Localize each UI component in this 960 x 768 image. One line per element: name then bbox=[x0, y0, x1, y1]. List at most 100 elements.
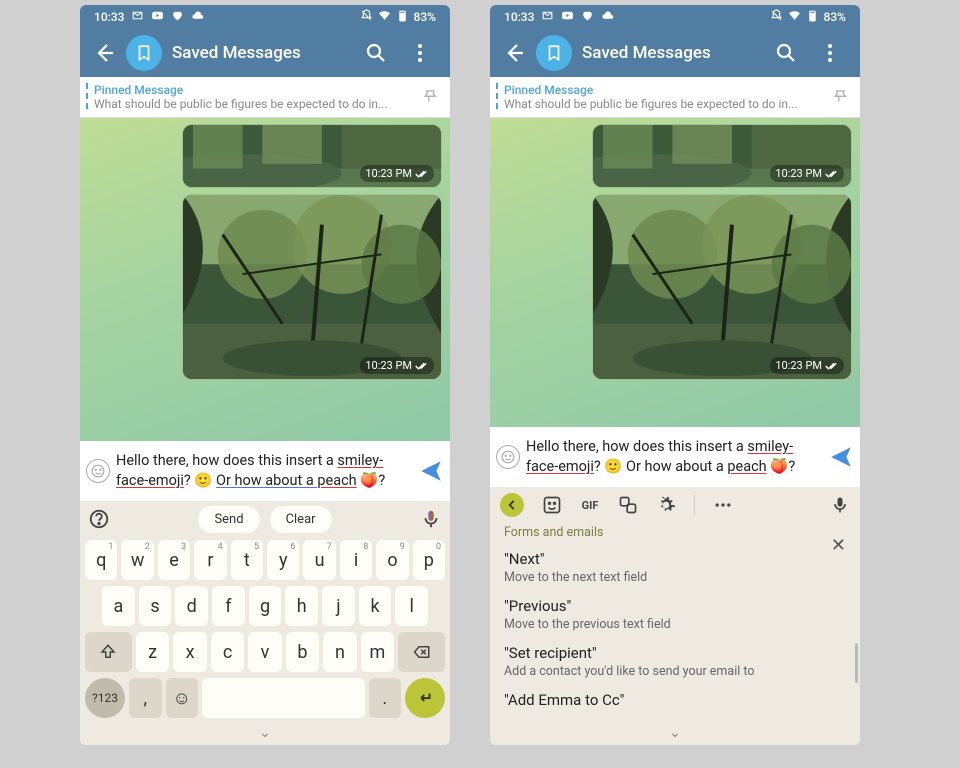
emoji-key[interactable]: ☺ bbox=[166, 678, 199, 718]
key-x[interactable]: x bbox=[173, 632, 206, 672]
comma-key[interactable]: , bbox=[129, 678, 162, 718]
key-f[interactable]: f bbox=[212, 586, 245, 626]
key-d[interactable]: d bbox=[175, 586, 208, 626]
avatar[interactable] bbox=[126, 35, 162, 71]
message-input[interactable]: Hello there, how does this insert a smil… bbox=[526, 437, 822, 476]
suggestion-clear[interactable]: Clear bbox=[270, 506, 332, 533]
key-row-3: zxcvbnm bbox=[80, 629, 450, 675]
key-t[interactable]: t5 bbox=[231, 540, 263, 580]
period-key[interactable]: . bbox=[369, 678, 402, 718]
close-icon[interactable]: ✕ bbox=[831, 535, 846, 556]
emoji-button[interactable] bbox=[496, 445, 520, 469]
message-time: 10:23 PM bbox=[360, 165, 434, 182]
key-i[interactable]: i8 bbox=[340, 540, 372, 580]
pinned-title: Pinned Message bbox=[94, 83, 422, 97]
voice-back-button[interactable] bbox=[500, 493, 524, 517]
mute-icon bbox=[770, 9, 783, 25]
message-input-row: Hello there, how does this insert a smil… bbox=[80, 441, 450, 501]
gear-icon[interactable] bbox=[656, 495, 676, 515]
avatar[interactable] bbox=[536, 35, 572, 71]
keyboard: Send Clear q1w2e3r4t5y6u7i8o9p0 asdfghjk… bbox=[80, 501, 450, 745]
voice-desc: Add a contact you'd like to send your em… bbox=[504, 664, 846, 679]
pinned-message[interactable]: Pinned Message What should be public be … bbox=[490, 77, 860, 118]
translate-icon[interactable] bbox=[618, 495, 638, 515]
message-photo[interactable]: 10:23 PM bbox=[182, 124, 442, 188]
key-row-2: asdfghjkl bbox=[80, 583, 450, 629]
more-icon[interactable] bbox=[818, 41, 842, 65]
backspace-key[interactable] bbox=[398, 632, 445, 672]
back-icon[interactable] bbox=[92, 41, 116, 65]
mic-icon[interactable] bbox=[420, 508, 442, 530]
enter-key[interactable] bbox=[405, 678, 445, 718]
key-z[interactable]: z bbox=[136, 632, 169, 672]
key-u[interactable]: u7 bbox=[303, 540, 335, 580]
status-time: 10:33 bbox=[94, 10, 124, 24]
key-a[interactable]: a bbox=[102, 586, 135, 626]
key-e[interactable]: e3 bbox=[158, 540, 190, 580]
key-g[interactable]: g bbox=[249, 586, 282, 626]
key-w[interactable]: w2 bbox=[121, 540, 153, 580]
pinned-message[interactable]: Pinned Message What should be public be … bbox=[80, 77, 450, 118]
key-o[interactable]: o9 bbox=[376, 540, 408, 580]
pin-icon[interactable] bbox=[422, 88, 440, 106]
suggestion-send[interactable]: Send bbox=[198, 506, 259, 533]
symbols-key[interactable]: ?123 bbox=[85, 678, 125, 718]
sticker-icon[interactable] bbox=[542, 495, 562, 515]
youtube-icon bbox=[561, 9, 574, 25]
space-key[interactable] bbox=[202, 678, 365, 718]
key-p[interactable]: p0 bbox=[413, 540, 445, 580]
message-photo[interactable]: 10:23 PM bbox=[182, 194, 442, 380]
key-h[interactable]: h bbox=[285, 586, 318, 626]
pinned-text: What should be public be figures be expe… bbox=[94, 97, 422, 111]
message-photo[interactable]: 10:23 PM bbox=[592, 194, 852, 380]
voice-command-item[interactable]: "Add Emma to Cc" bbox=[504, 691, 846, 709]
collapse-handle[interactable]: ⌄ bbox=[490, 721, 860, 741]
message-input[interactable]: Hello there, how does this insert a smil… bbox=[116, 451, 412, 490]
emoji-button[interactable] bbox=[86, 459, 110, 483]
key-b[interactable]: b bbox=[286, 632, 319, 672]
voice-command: "Previous" bbox=[504, 597, 846, 615]
voice-command: "Set recipient" bbox=[504, 644, 846, 662]
message-input-row: Hello there, how does this insert a smil… bbox=[490, 427, 860, 487]
send-button[interactable] bbox=[418, 458, 444, 484]
pinned-text: What should be public be figures be expe… bbox=[504, 97, 832, 111]
voice-desc: Move to the next text field bbox=[504, 570, 846, 585]
overflow-icon[interactable] bbox=[713, 495, 733, 515]
key-v[interactable]: v bbox=[248, 632, 281, 672]
shift-key[interactable] bbox=[85, 632, 132, 672]
more-icon[interactable] bbox=[408, 41, 432, 65]
battery-pct: 83% bbox=[824, 10, 846, 24]
key-y[interactable]: y6 bbox=[267, 540, 299, 580]
gif-icon[interactable]: GIF bbox=[580, 495, 600, 515]
key-q[interactable]: q1 bbox=[85, 540, 117, 580]
voice-command-item[interactable]: "Set recipient" Add a contact you'd like … bbox=[504, 644, 846, 679]
key-c[interactable]: c bbox=[211, 632, 244, 672]
key-r[interactable]: r4 bbox=[194, 540, 226, 580]
chat-area: 10:23 PM 10:23 PM bbox=[80, 118, 450, 441]
help-icon[interactable] bbox=[88, 508, 110, 530]
scrollbar[interactable] bbox=[855, 643, 858, 683]
voice-command-item[interactable]: "Next"Move to the next text field bbox=[504, 550, 846, 585]
key-s[interactable]: s bbox=[139, 586, 172, 626]
back-icon[interactable] bbox=[502, 41, 526, 65]
battery-icon bbox=[806, 9, 819, 25]
cloud-icon bbox=[601, 9, 614, 25]
message-time: 10:23 PM bbox=[770, 357, 844, 374]
mic-icon[interactable] bbox=[830, 495, 850, 515]
battery-pct: 83% bbox=[414, 10, 436, 24]
message-photo[interactable]: 10:23 PM bbox=[592, 124, 852, 188]
voice-command-item[interactable]: "Previous"Move to the previous text fiel… bbox=[504, 597, 846, 632]
key-k[interactable]: k bbox=[359, 586, 392, 626]
voice-heading: Forms and emails bbox=[504, 525, 846, 540]
key-m[interactable]: m bbox=[361, 632, 394, 672]
key-n[interactable]: n bbox=[323, 632, 356, 672]
key-l[interactable]: l bbox=[395, 586, 428, 626]
gmail-icon bbox=[541, 9, 554, 25]
search-icon[interactable] bbox=[774, 41, 798, 65]
page-title: Saved Messages bbox=[172, 43, 354, 63]
send-button[interactable] bbox=[828, 444, 854, 470]
pin-icon[interactable] bbox=[832, 88, 850, 106]
key-j[interactable]: j bbox=[322, 586, 355, 626]
collapse-handle[interactable]: ⌄ bbox=[80, 721, 450, 741]
search-icon[interactable] bbox=[364, 41, 388, 65]
